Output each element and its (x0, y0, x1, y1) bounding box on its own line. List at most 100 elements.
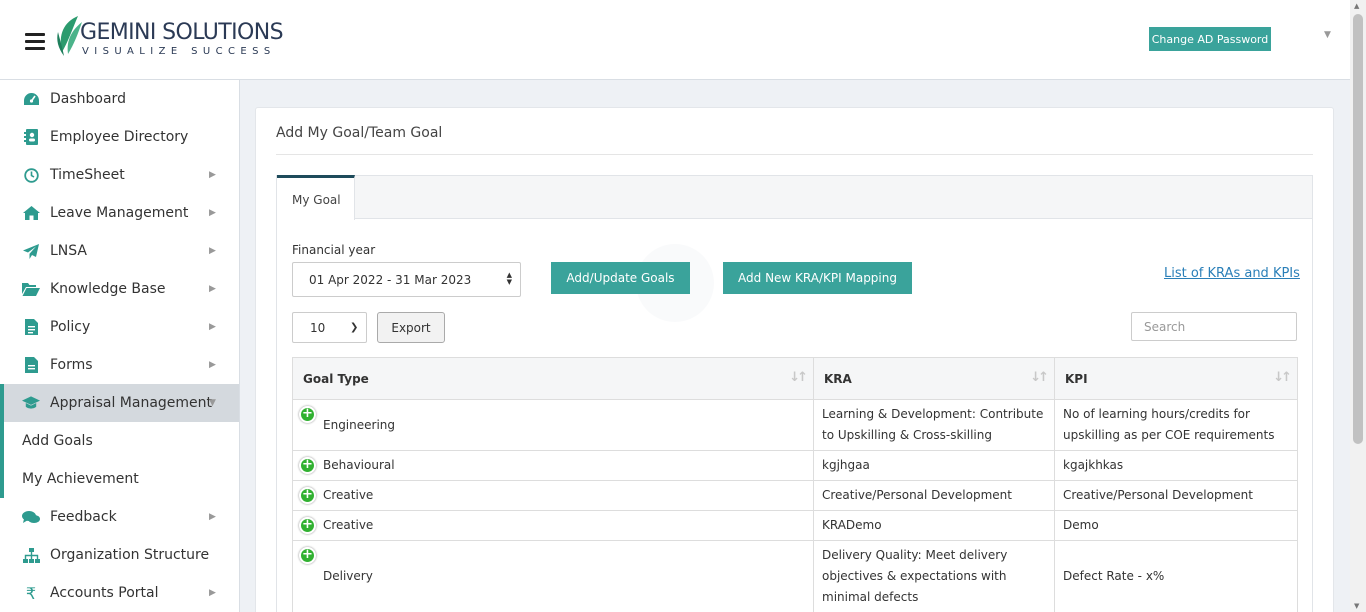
chevron-right-icon: ▶ (209, 284, 216, 294)
expand-row-plus-icon[interactable]: + (299, 487, 316, 504)
goal-type-cell: + Creative (292, 480, 814, 511)
goal-type-cell: + Engineering (292, 399, 814, 451)
sort-icon: ↓↑ (1273, 370, 1292, 385)
export-button[interactable]: Export (377, 312, 445, 343)
sidebar-item-leave-management[interactable]: Leave Management ▶ (0, 194, 239, 232)
dashboard-icon (22, 91, 40, 107)
chevron-right-icon: ▶ (209, 360, 216, 370)
document-icon (22, 319, 40, 335)
sidebar-item-label: TimeSheet (50, 167, 125, 183)
select-arrows-icon: ▲ ▼ (506, 271, 512, 286)
folder-open-icon (22, 281, 40, 297)
chevron-right-icon: ▶ (209, 246, 216, 256)
table-row: + Engineering Learning & Development: Con… (292, 399, 1298, 451)
sidebar-subitem-add-goals[interactable]: Add Goals (0, 422, 239, 460)
sidebar-item-feedback[interactable]: Feedback ▶ (0, 498, 239, 536)
sidebar-item-label: Dashboard (50, 91, 126, 107)
sidebar-item-lnsa[interactable]: LNSA ▶ (0, 232, 239, 270)
sidebar-subitem-my-achievement[interactable]: My Achievement (0, 460, 239, 498)
sidebar-item-label: LNSA (50, 243, 87, 259)
goal-type-text: Engineering (323, 417, 395, 432)
kpi-cell: No of learning hours/credits for upskill… (1054, 399, 1298, 451)
expand-row-plus-icon[interactable]: + (299, 406, 316, 423)
list-of-kras-kpis-link[interactable]: List of KRAs and KPIs (1164, 266, 1300, 281)
sidebar-item-accounts-portal[interactable]: ₹ Accounts Portal ▶ (0, 574, 239, 612)
expand-row-plus-icon[interactable]: + (299, 457, 316, 474)
logo-tagline: VISUALIZE SUCCESS (82, 46, 276, 57)
financial-year-label: Financial year (292, 243, 376, 257)
address-book-icon (22, 129, 40, 145)
sort-icon: ↓↑ (789, 370, 808, 385)
chevron-right-icon: ▶ (209, 322, 216, 332)
expand-row-plus-icon[interactable]: + (299, 547, 316, 564)
sidebar-item-policy[interactable]: Policy ▶ (0, 308, 239, 346)
sidebar-item-knowledge-base[interactable]: Knowledge Base ▶ (0, 270, 239, 308)
sidebar-item-label: My Achievement (22, 471, 139, 487)
chevron-right-icon: ▶ (209, 208, 216, 218)
scroll-up-icon[interactable]: ▲ (1354, 2, 1359, 10)
kra-cell: KRADemo (813, 510, 1055, 541)
goal-type-cell: + Creative (292, 510, 814, 541)
chevron-down-icon: ❯ (350, 322, 359, 333)
sidebar-item-dashboard[interactable]: Dashboard (0, 80, 239, 118)
sidebar-item-forms[interactable]: Forms ▶ (0, 346, 239, 384)
sidebar-item-label: Policy (50, 319, 91, 335)
file-icon (22, 357, 40, 373)
scrollbar-thumb[interactable] (1353, 14, 1363, 444)
financial-year-select[interactable]: 01 Apr 2022 - 31 Mar 2023 ▲ ▼ (292, 262, 521, 297)
sidebar-item-label: Accounts Portal (50, 585, 159, 601)
sidebar-item-employee-directory[interactable]: Employee Directory (0, 118, 239, 156)
change-ad-password-button[interactable]: Change AD Password (1149, 27, 1271, 51)
goal-type-text: Creative (323, 488, 374, 502)
home-icon (22, 205, 40, 221)
tab-bar (276, 175, 1313, 219)
graduation-cap-icon (22, 395, 40, 411)
sidebar-item-timesheet[interactable]: TimeSheet ▶ (0, 156, 239, 194)
column-header-kpi[interactable]: KPI ↓↑ (1054, 357, 1298, 400)
sidebar-item-label: Knowledge Base (50, 281, 166, 297)
kpi-cell: Defect Rate - x% (1054, 540, 1298, 612)
sidebar-item-label: Leave Management (50, 205, 189, 221)
sidebar-item-label: Appraisal Management (50, 395, 213, 411)
column-header-goal-type[interactable]: Goal Type ↓↑ (292, 357, 814, 400)
header-label: Goal Type (303, 371, 369, 386)
goal-type-cell: + Behavioural (292, 450, 814, 481)
sidebar-item-appraisal-management[interactable]: Appraisal Management ▼ (0, 384, 239, 422)
kra-cell: kgjhgaa (813, 450, 1055, 481)
logo-wordmark: GEMINI SOLUTIONS (80, 20, 284, 45)
page-length-value: 10 (310, 321, 326, 335)
user-menu-caret-icon[interactable]: ▼ (1324, 30, 1331, 40)
chevron-right-icon: ▶ (209, 512, 216, 522)
goal-type-cell: + Delivery (292, 540, 814, 612)
chevron-right-icon: ▶ (209, 170, 216, 180)
expand-row-plus-icon[interactable]: + (299, 517, 316, 534)
company-logo[interactable]: GEMINI SOLUTIONS VISUALIZE SUCCESS (54, 14, 294, 60)
page-length-select[interactable]: 10 ❯ (292, 312, 367, 343)
kra-cell: Creative/Personal Development (813, 480, 1055, 511)
comments-icon (22, 509, 40, 525)
page-scrollbar[interactable]: ▲ ▼ (1350, 0, 1366, 612)
sidebar-item-label: Employee Directory (50, 129, 189, 145)
goal-type-text: Delivery (323, 569, 373, 583)
kra-cell: Delivery Quality: Meet delivery objectiv… (813, 540, 1055, 612)
tab-label: My Goal (292, 193, 341, 207)
column-header-kra[interactable]: KRA ↓↑ (813, 357, 1055, 400)
kpi-cell: kgajkhkas (1054, 450, 1298, 481)
add-new-kra-kpi-mapping-button[interactable]: Add New KRA/KPI Mapping (723, 262, 912, 294)
sidebar: Dashboard Employee Directory TimeSheet ▶… (0, 80, 240, 612)
sidebar-item-organization-structure[interactable]: Organization Structure (0, 536, 239, 574)
sidebar-item-label: Feedback (50, 509, 117, 525)
sort-icon: ↓↑ (1030, 370, 1049, 385)
card-title: Add My Goal/Team Goal (276, 125, 443, 141)
scroll-down-icon[interactable]: ▼ (1354, 602, 1359, 610)
financial-year-value: 01 Apr 2022 - 31 Mar 2023 (309, 273, 472, 287)
goals-table: Goal Type ↓↑ KRA ↓↑ KPI ↓↑ + Engineering Lea… (292, 357, 1298, 612)
hamburger-menu-icon[interactable] (25, 33, 45, 50)
chevron-down-icon: ▼ (209, 398, 216, 408)
add-update-goals-button[interactable]: Add/Update Goals (551, 262, 690, 294)
tab-my-goal[interactable]: My Goal (277, 175, 355, 220)
table-row: + Behavioural kgjhgaa kgajkhkas (292, 450, 1298, 481)
search-input[interactable] (1131, 312, 1297, 341)
header-label: KRA (824, 371, 852, 386)
table-row: + Creative KRADemo Demo (292, 510, 1298, 541)
